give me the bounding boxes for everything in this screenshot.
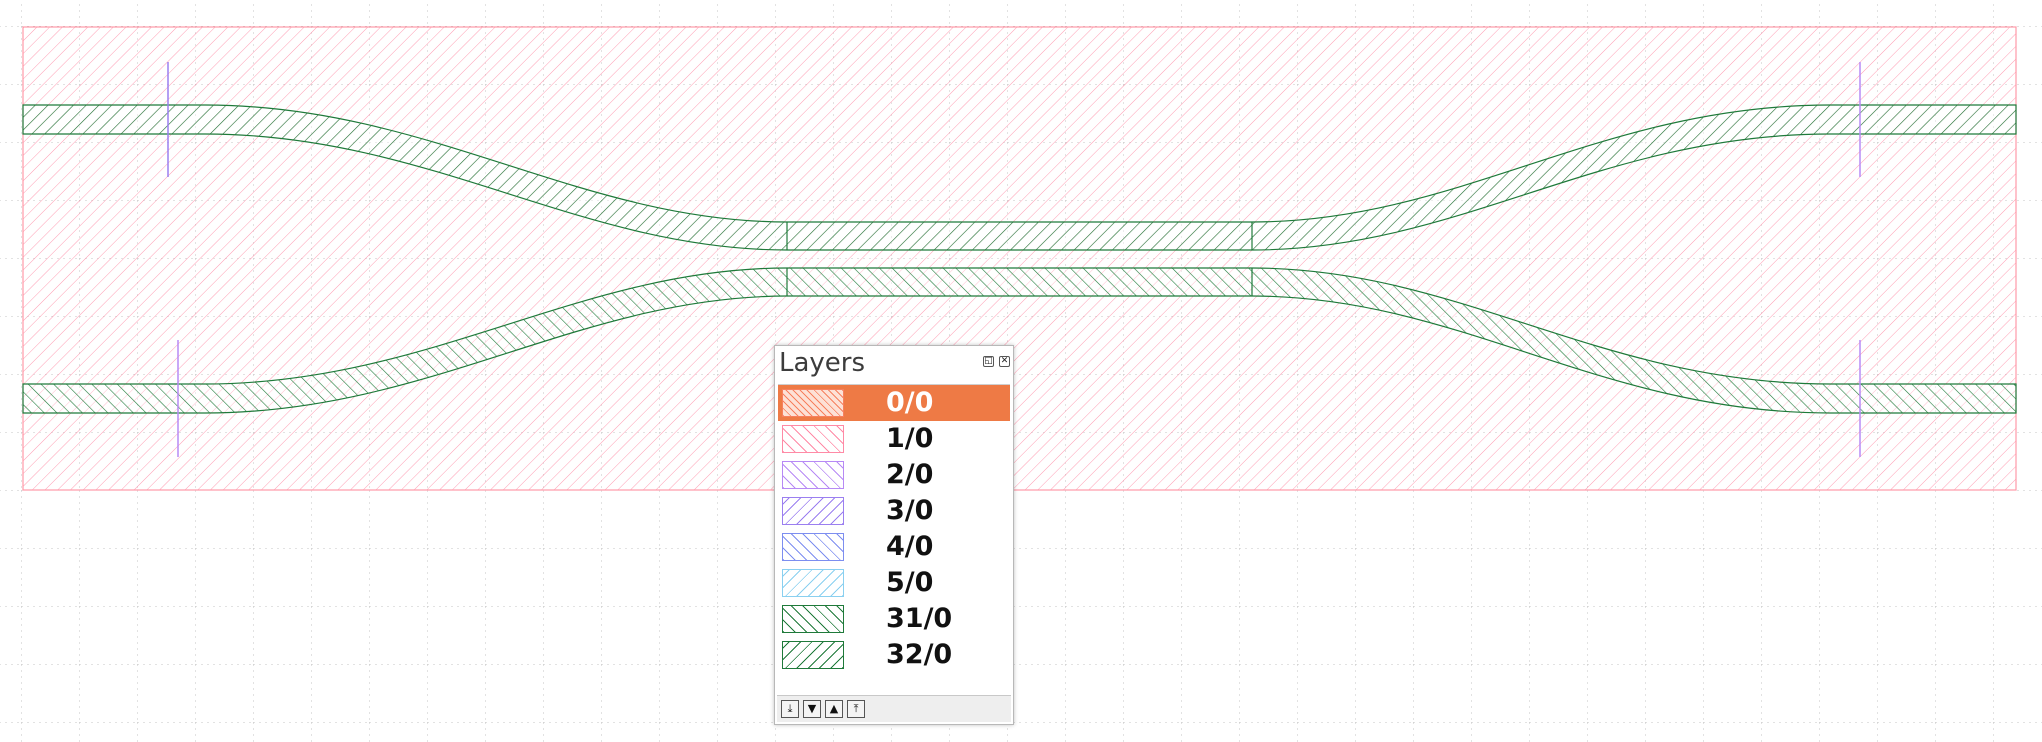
layer-row[interactable]: 31/0 [778,601,1010,637]
layer-swatch [782,497,844,525]
close-icon[interactable]: ✕ [999,356,1010,367]
layer-row[interactable]: 2/0 [778,457,1010,493]
layer-swatch [782,425,844,453]
layer-label: 32/0 [886,639,953,670]
layers-panel-title: Layers [779,348,866,378]
layers-list: 0/0 1/0 2/0 3/0 4/0 5/0 31/0 32/0 [778,384,1010,697]
layer-row[interactable]: 32/0 [778,637,1010,673]
layer-swatch [782,461,844,489]
layer-row[interactable]: 5/0 [778,565,1010,601]
layer-row[interactable]: 1/0 [778,421,1010,457]
layer-swatch [782,533,844,561]
layers-panel: Layers ◱ ✕ 0/0 1/0 2/0 3/0 4/0 5/0 31/0 32/0 ⤓ … [774,345,1014,725]
cladding-region[interactable] [22,26,2017,491]
layer-row[interactable]: 3/0 [778,493,1010,529]
layer-swatch [782,569,844,597]
layer-swatch [782,641,844,669]
layer-label: 4/0 [886,531,934,562]
layer-row[interactable]: 4/0 [778,529,1010,565]
layer-label: 1/0 [886,423,934,454]
move-to-bottom-icon[interactable]: ⤓ [781,700,799,718]
layer-swatch [782,389,844,417]
layer-label: 2/0 [886,459,934,490]
move-to-top-icon[interactable]: ⤒ [847,700,865,718]
layer-label: 0/0 [886,387,934,418]
layer-row[interactable]: 0/0 [778,385,1010,421]
move-up-icon[interactable]: ▲ [825,700,843,718]
float-window-icon[interactable]: ◱ [983,356,994,367]
move-down-icon[interactable]: ▼ [803,700,821,718]
layers-toolbar: ⤓ ▼ ▲ ⤒ [777,695,1011,722]
layer-label: 5/0 [886,567,934,598]
layer-swatch [782,605,844,633]
layout-canvas[interactable] [0,0,2042,742]
layer-label: 3/0 [886,495,934,526]
layer-label: 31/0 [886,603,953,634]
